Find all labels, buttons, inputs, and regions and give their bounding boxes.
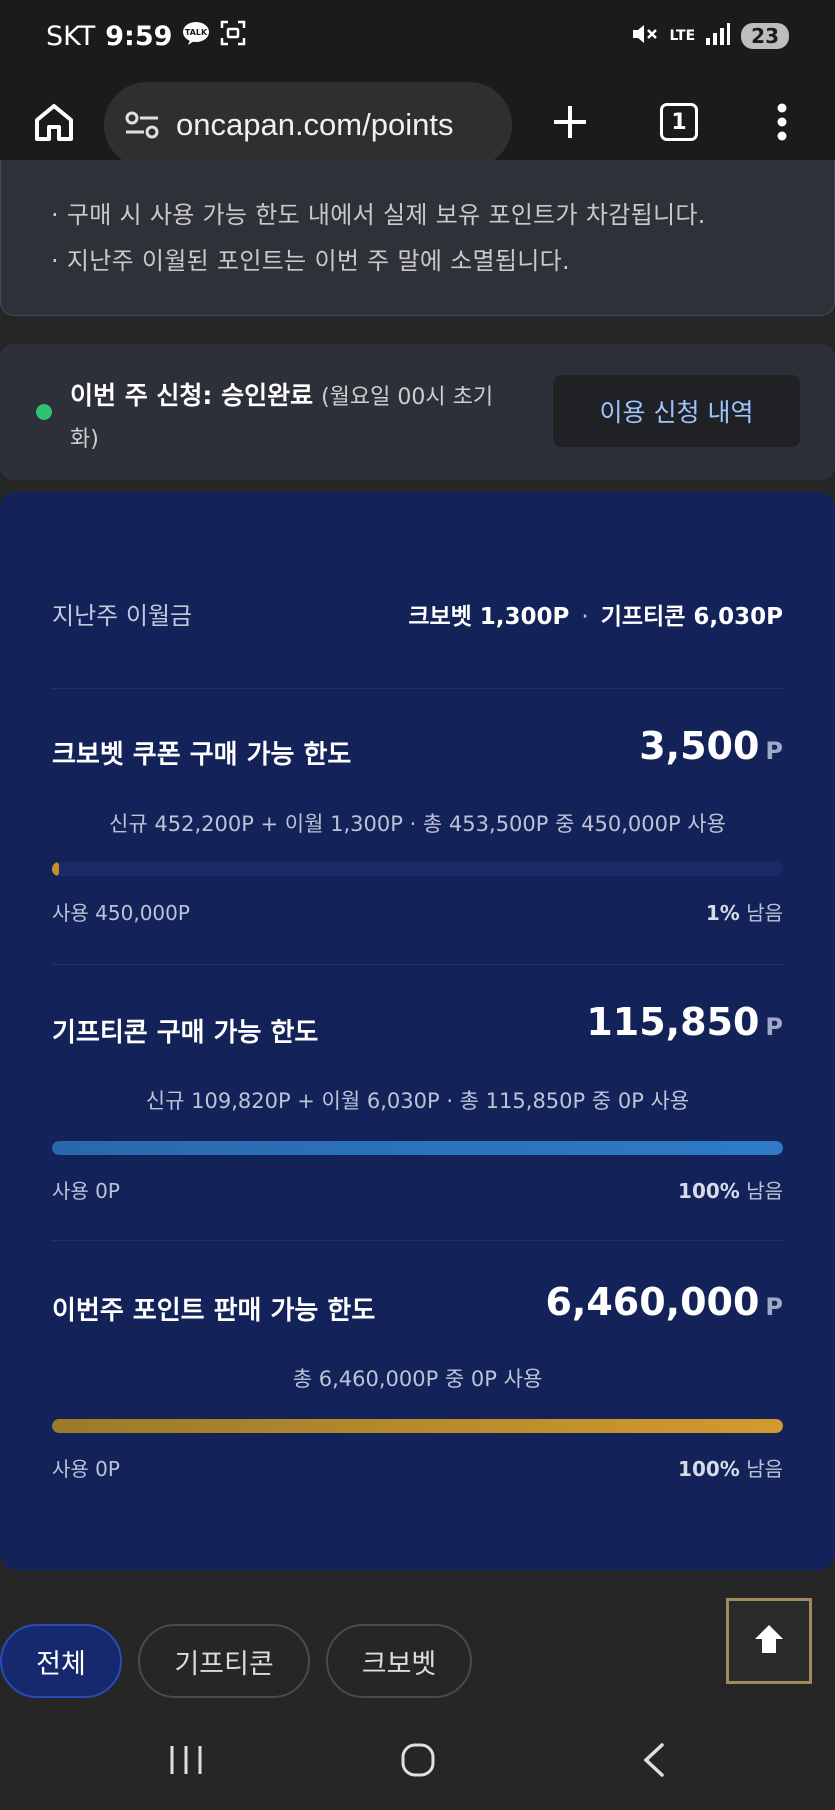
crobet-limit-title: 크보벳 쿠폰 구매 가능 한도 bbox=[52, 740, 352, 770]
remaining-suffix: 남음 bbox=[746, 1457, 783, 1481]
point-sale-used: 사용 0P bbox=[52, 1457, 120, 1481]
screen-capture-icon bbox=[220, 20, 246, 53]
crobet-limit-amount: 3,500 P bbox=[639, 724, 783, 768]
application-status-label: 이번 주 신청: 승인완료 bbox=[70, 381, 314, 410]
remaining-percent: 100% bbox=[678, 1457, 740, 1481]
notice-line: · 구매 시 사용 가능 한도 내에서 실제 보유 포인트가 차감됩니다. bbox=[51, 201, 706, 229]
filter-chip-gifticon[interactable]: 기프티콘 bbox=[138, 1624, 310, 1698]
amount-unit: P bbox=[765, 737, 783, 765]
recent-apps-icon[interactable] bbox=[168, 1744, 204, 1776]
signal-icon bbox=[705, 22, 731, 50]
mute-icon bbox=[631, 21, 659, 51]
divider bbox=[52, 1240, 783, 1241]
carryover-values: 크보벳 1,300P · 기프티콘 6,030P bbox=[408, 597, 783, 631]
carryover-crobet: 크보벳 1,300P bbox=[408, 603, 570, 630]
point-sale-limit-bar bbox=[52, 1419, 783, 1433]
application-history-button[interactable]: 이용 신청 내역 bbox=[553, 375, 800, 447]
carryover-label: 지난주 이월금 bbox=[52, 602, 193, 630]
filter-chip-all[interactable]: 전체 bbox=[0, 1624, 122, 1698]
scroll-top-button[interactable] bbox=[726, 1598, 812, 1684]
progress-fill bbox=[52, 1141, 783, 1155]
amount-unit: P bbox=[765, 1013, 783, 1041]
battery-indicator: 23 bbox=[741, 23, 789, 49]
carryover-row: 지난주 이월금 크보벳 1,300P · 기프티콘 6,030P bbox=[52, 596, 783, 631]
lte-icon: LTE bbox=[669, 28, 696, 44]
kakaotalk-icon: TALK bbox=[182, 21, 210, 52]
system-nav-bar bbox=[0, 1714, 835, 1810]
carrier-label: SKT bbox=[46, 20, 96, 52]
remaining-suffix: 남음 bbox=[746, 1179, 783, 1203]
amount-value: 3,500 bbox=[639, 724, 760, 768]
tune-icon[interactable] bbox=[124, 110, 160, 140]
filter-chip-crobet[interactable]: 크보벳 bbox=[326, 1624, 472, 1698]
home-icon[interactable] bbox=[32, 100, 76, 144]
clock: 9:59 bbox=[105, 20, 173, 52]
plus-icon[interactable] bbox=[550, 102, 590, 142]
crobet-limit-bar bbox=[52, 862, 783, 876]
status-bar: SKT 9:59 TALK LTE 23 bbox=[0, 0, 835, 72]
filter-chips: 전체 기프티콘 크보벳 bbox=[0, 1624, 835, 1700]
remaining-percent: 100% bbox=[678, 1179, 740, 1203]
carryover-separator: · bbox=[581, 603, 589, 630]
gifticon-limit-desc: 신규 109,820P + 이월 6,030P · 총 115,850P 중 0… bbox=[145, 1089, 690, 1113]
svg-text:TALK: TALK bbox=[185, 28, 208, 37]
url-text[interactable]: oncapan.com/points bbox=[176, 107, 453, 143]
more-vert-icon[interactable] bbox=[774, 100, 790, 144]
divider bbox=[52, 964, 783, 965]
back-icon[interactable] bbox=[640, 1742, 666, 1778]
notice-box: · 구매 시 사용 가능 한도 내에서 실제 보유 포인트가 차감됩니다. · … bbox=[0, 160, 835, 316]
gifticon-used: 사용 0P bbox=[52, 1179, 120, 1203]
arrow-up-icon bbox=[752, 1622, 786, 1660]
carryover-gifticon: 기프티콘 6,030P bbox=[600, 603, 783, 630]
notice-line: · 지난주 이월된 포인트는 이번 주 말에 소멸됩니다. bbox=[51, 247, 570, 275]
gifticon-limit-title: 기프티콘 구매 가능 한도 bbox=[52, 1018, 319, 1048]
tab-switcher-button[interactable]: 1 bbox=[660, 103, 698, 141]
amount-value: 115,850 bbox=[586, 1000, 760, 1044]
progress-fill bbox=[52, 862, 60, 876]
crobet-remaining: 1% 남음 bbox=[706, 897, 783, 926]
point-sale-limit-title: 이번주 포인트 판매 가능 한도 bbox=[52, 1296, 376, 1326]
amount-value: 6,460,000 bbox=[545, 1280, 760, 1324]
point-sale-remaining: 100% 남음 bbox=[678, 1453, 783, 1482]
gifticon-limit-amount: 115,850 P bbox=[586, 1000, 783, 1044]
remaining-percent: 1% bbox=[705, 901, 740, 925]
crobet-limit-desc: 신규 452,200P + 이월 1,300P · 총 453,500P 중 4… bbox=[109, 812, 726, 836]
remaining-suffix: 남음 bbox=[746, 901, 783, 925]
gifticon-limit-bar bbox=[52, 1141, 783, 1155]
progress-fill bbox=[52, 1419, 783, 1433]
amount-unit: P bbox=[765, 1293, 783, 1321]
address-bar[interactable]: oncapan.com/points bbox=[104, 82, 512, 168]
gifticon-remaining: 100% 남음 bbox=[678, 1175, 783, 1204]
crobet-used: 사용 450,000P bbox=[52, 901, 190, 925]
status-dot bbox=[36, 404, 52, 420]
point-sale-limit-desc: 총 6,460,000P 중 0P 사용 bbox=[292, 1367, 543, 1391]
point-sale-limit-amount: 6,460,000 P bbox=[545, 1280, 783, 1324]
application-status-text: 이번 주 신청: 승인완료 (월요일 00시 초기화) bbox=[70, 376, 510, 460]
nav-home-icon[interactable] bbox=[400, 1742, 436, 1778]
divider bbox=[52, 688, 783, 689]
